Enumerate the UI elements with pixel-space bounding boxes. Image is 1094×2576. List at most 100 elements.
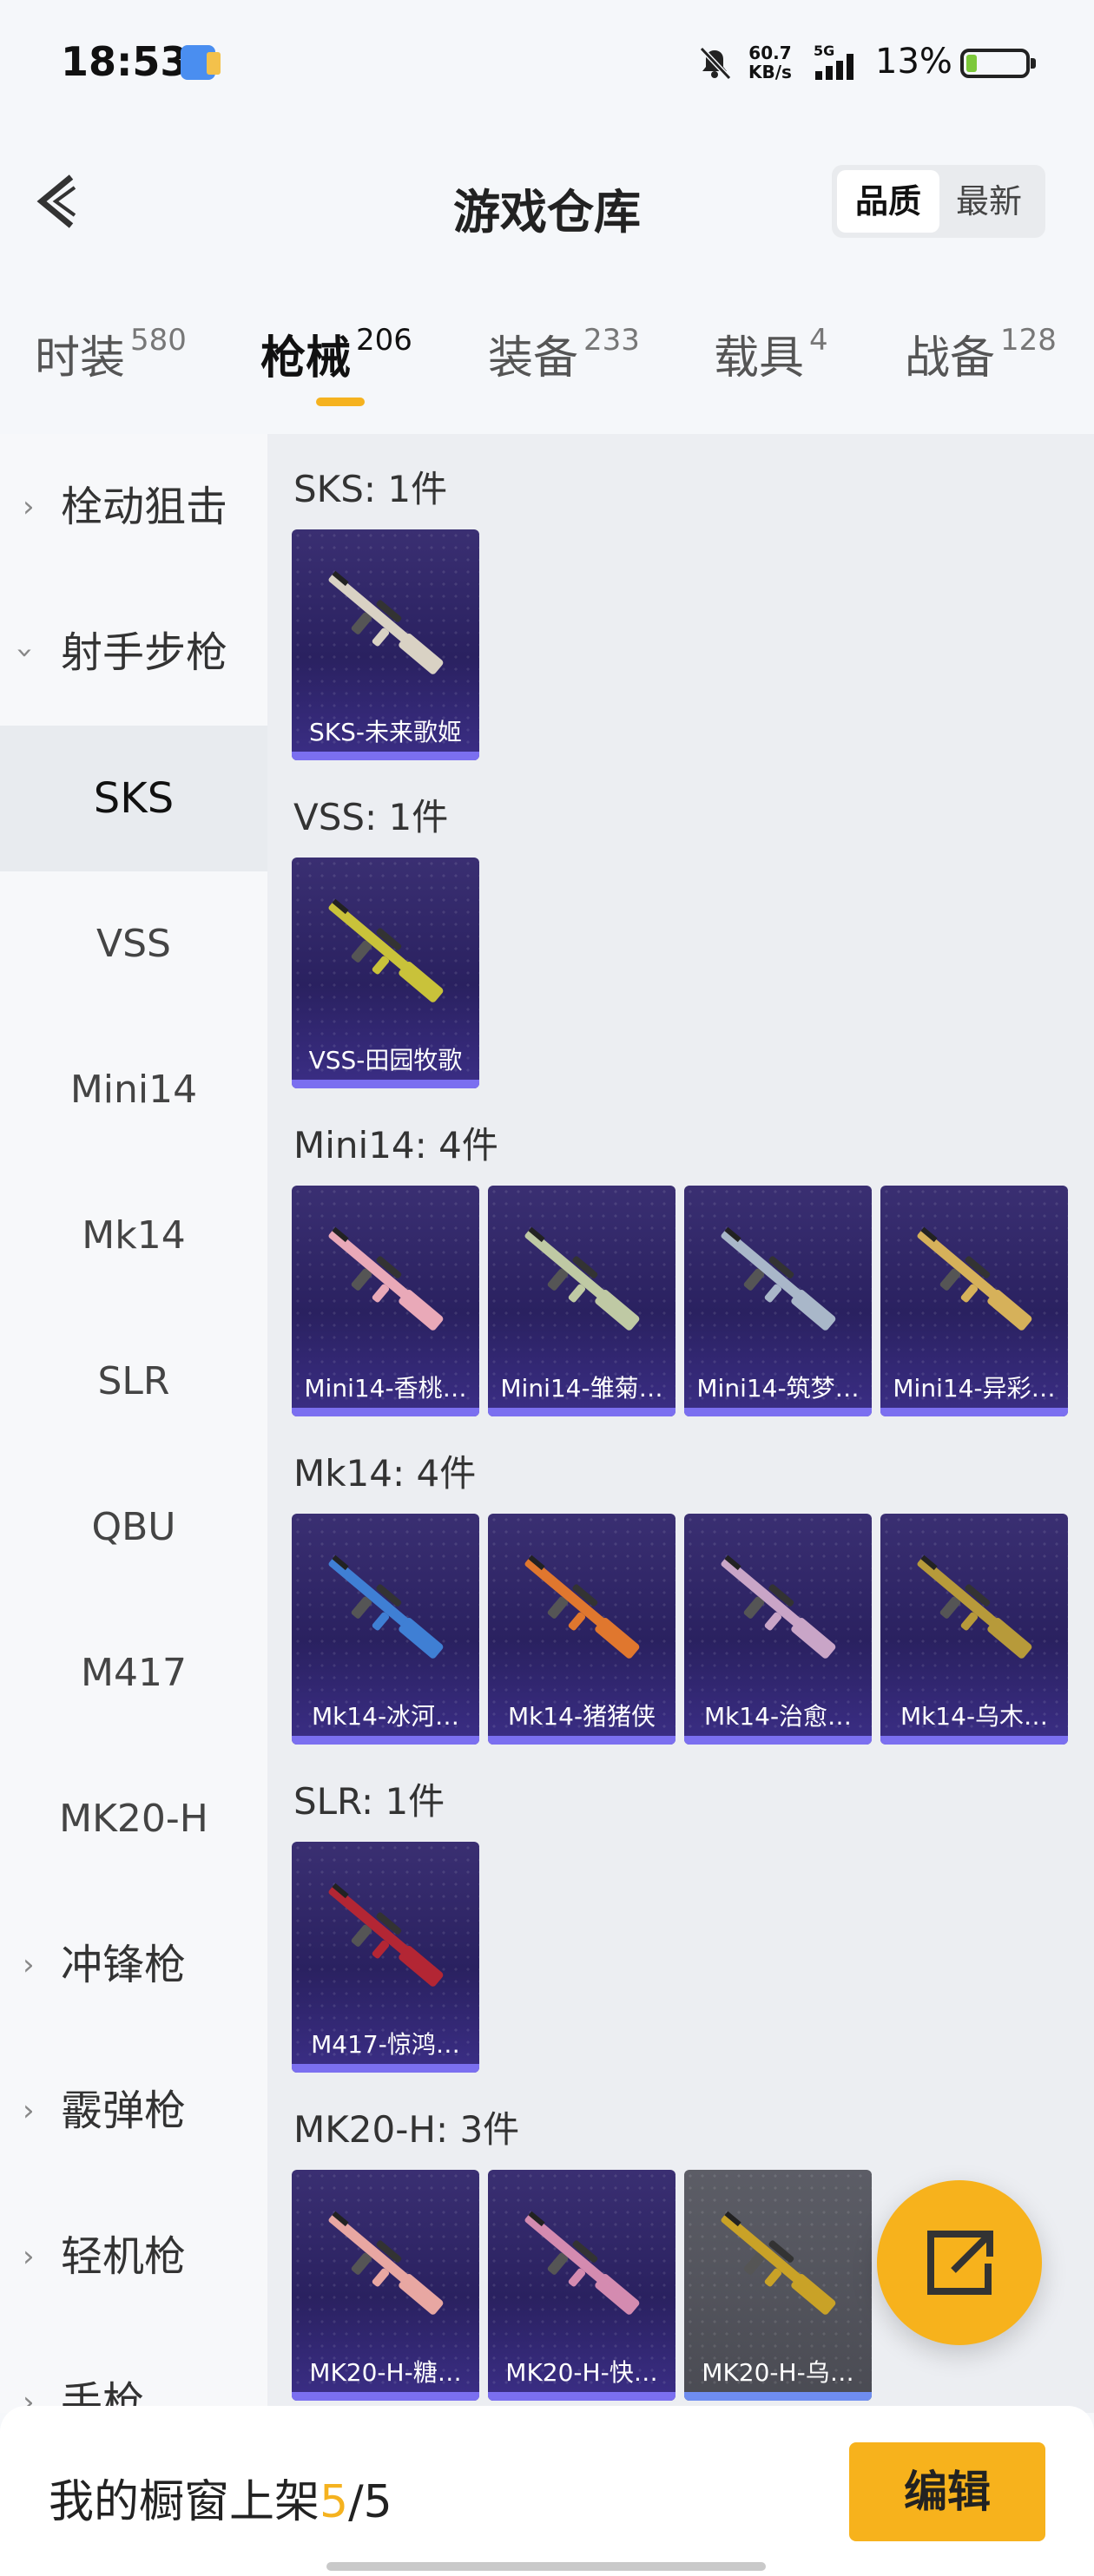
rifle-icon (328, 1226, 444, 1331)
sidebar-item-qbu[interactable]: QBU (0, 1455, 267, 1600)
rifle-icon (721, 1554, 836, 1659)
skin-name: Mk14-乌木… (900, 1702, 1049, 1731)
weapon-skin-list: SKS: 1件 SKS-未来歌姬 VSS: 1件 VSS-田园牧歌 Mini14: 4件… (267, 434, 1094, 2413)
sidebar-group-bolt-action[interactable]: › 栓动狙击 (0, 434, 267, 580)
skin-name: Mk14-冰河… (311, 1702, 460, 1731)
skin-card[interactable]: Mk14-冰河… (292, 1514, 479, 1745)
tab-count: 128 (1000, 323, 1057, 358)
network-type: 5G (814, 43, 834, 59)
rarity-bar (488, 1408, 676, 1416)
skin-card[interactable]: VSS-田园牧歌 (292, 858, 479, 1088)
sidebar-item-slr[interactable]: SLR (0, 1309, 267, 1455)
tab-label: 载具 (714, 332, 805, 384)
rarity-bar (488, 1736, 676, 1745)
rifle-icon (524, 2211, 640, 2315)
showcase-status: 我的橱窗上架5/5 (49, 2465, 392, 2530)
rifle-icon (524, 1554, 640, 1659)
rarity-bar (292, 1080, 479, 1088)
sort-option-newest[interactable]: 最新 (938, 170, 1040, 233)
skin-name: VSS-田园牧歌 (308, 1046, 463, 1074)
sort-option-quality[interactable]: 品质 (837, 170, 939, 233)
showcase-separator: / (348, 2476, 364, 2528)
share-button[interactable] (877, 2180, 1042, 2345)
mute-bell-icon (699, 46, 732, 81)
skin-card[interactable]: Mini14-筑梦… (684, 1186, 872, 1416)
rarity-bar (488, 2392, 676, 2401)
sidebar-group-marksman[interactable]: › 射手步枪 (0, 580, 267, 726)
battery-icon (960, 49, 1036, 78)
tab-count: 233 (583, 323, 640, 358)
network-speed: 60.7 KB/s (748, 43, 792, 82)
sidebar-item-mini14[interactable]: Mini14 (0, 1017, 267, 1163)
share-icon (927, 2231, 993, 2295)
battery-percent: 13% (875, 42, 952, 82)
home-indicator (326, 2562, 766, 2571)
sidebar-group-shotgun[interactable]: › 霰弹枪 (0, 2038, 267, 2184)
tab-label: 枪械 (260, 332, 352, 384)
tab-guns[interactable]: 枪械 206 (260, 321, 412, 391)
rifle-icon (328, 1554, 444, 1659)
sidebar-group-pistol[interactable]: › 手枪 (0, 2330, 267, 2413)
skin-card[interactable]: Mk14-猪猪侠 (488, 1514, 676, 1745)
edit-button[interactable]: 编辑 (849, 2442, 1045, 2541)
weapon-category-sidebar: › 栓动狙击 › 射手步枪 SKS VSS Mini14 Mk14 SLR QBU … (0, 434, 267, 2413)
rarity-bar (880, 1736, 1068, 1745)
sidebar-item-mk14[interactable]: Mk14 (0, 1163, 267, 1309)
rarity-bar (684, 2392, 872, 2401)
tab-equipment[interactable]: 装备 233 (488, 321, 640, 391)
sidebar-item-mk20h[interactable]: MK20-H (0, 1746, 267, 1892)
tab-count: 4 (809, 323, 828, 358)
sidebar-item-m417[interactable]: M417 (0, 1600, 267, 1746)
skin-card[interactable]: MK20-H-乌… (684, 2170, 872, 2401)
signal-icon: 5G (814, 43, 853, 80)
app-notification-icon (181, 45, 221, 80)
rifle-icon (328, 1883, 444, 1987)
rarity-bar (880, 1408, 1068, 1416)
skin-name: Mini14-筑梦… (696, 1374, 860, 1403)
showcase-total: 5 (363, 2476, 392, 2528)
showcase-label: 我的橱窗上架 (49, 2476, 320, 2528)
skin-card[interactable]: MK20-H-快… (488, 2170, 676, 2401)
chevron-right-icon: › (23, 2385, 35, 2413)
chevron-down-icon: › (7, 647, 43, 659)
tab-battle-gear[interactable]: 战备 128 (905, 321, 1057, 391)
sidebar-item-vss[interactable]: VSS (0, 871, 267, 1017)
section-title: MK20-H: 3件 (293, 2108, 520, 2151)
rifle-icon (917, 1226, 1032, 1331)
skin-card[interactable]: Mk14-乌木… (880, 1514, 1068, 1745)
rarity-bar (292, 1736, 479, 1745)
tab-count: 580 (130, 323, 187, 358)
sort-toggle[interactable]: 品质 最新 (832, 165, 1045, 238)
sidebar-item-label: 霰弹枪 (61, 2086, 187, 2135)
skin-card[interactable]: M417-惊鸿… (292, 1842, 479, 2073)
skin-card[interactable]: Mini14-香桃… (292, 1186, 479, 1416)
network-speed-unit: KB/s (748, 62, 792, 82)
rifle-icon (524, 1226, 640, 1331)
sidebar-group-lmg[interactable]: › 轻机枪 (0, 2184, 267, 2330)
skin-card[interactable]: SKS-未来歌姬 (292, 529, 479, 760)
skin-card[interactable]: Mini14-异彩… (880, 1186, 1068, 1416)
network-speed-value: 60.7 (748, 43, 792, 63)
skin-name: Mk14-治愈… (703, 1702, 853, 1731)
sidebar-group-smg[interactable]: › 冲锋枪 (0, 1892, 267, 2038)
skin-card[interactable]: Mini14-雏菊… (488, 1186, 676, 1416)
skin-name: M417-惊鸿… (311, 2030, 460, 2059)
tab-label: 时装 (35, 332, 126, 384)
skin-name: Mini14-香桃… (304, 1374, 467, 1403)
skin-card[interactable]: MK20-H-糖… (292, 2170, 479, 2401)
section-title: Mini14: 4件 (293, 1124, 498, 1166)
rifle-icon (328, 898, 444, 1002)
tab-label: 装备 (488, 332, 579, 384)
sidebar-item-sks[interactable]: SKS (0, 726, 267, 871)
active-tab-indicator (316, 398, 365, 406)
skin-name: Mk14-猪猪侠 (507, 1702, 656, 1731)
skin-card[interactable]: Mk14-治愈… (684, 1514, 872, 1745)
tab-vehicles[interactable]: 载具 4 (714, 321, 828, 391)
tab-fashion[interactable]: 时装 580 (35, 321, 187, 391)
section-title: SKS: 1件 (293, 468, 448, 510)
tab-count: 206 (356, 323, 412, 358)
rifle-icon (917, 1554, 1032, 1659)
rifle-icon (721, 1226, 836, 1331)
skin-name: MK20-H-乌… (702, 2358, 854, 2387)
rifle-icon (721, 2211, 836, 2315)
